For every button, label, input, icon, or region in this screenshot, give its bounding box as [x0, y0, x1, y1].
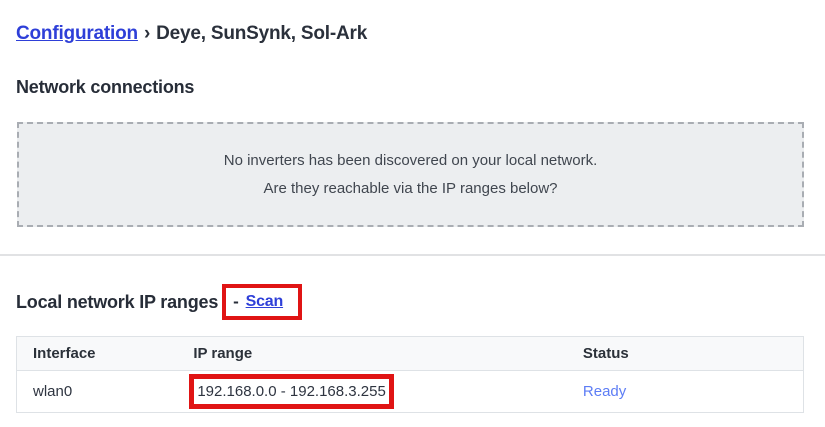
ip-ranges-table: Interface IP range Status wlan0 192.168.… — [16, 336, 804, 413]
cell-status: Ready — [566, 370, 804, 413]
cell-ip-range: 192.168.0.0 - 192.168.3.255 — [177, 370, 567, 413]
table-header-row: Interface IP range Status — [16, 336, 804, 371]
cell-interface: wlan0 — [16, 370, 178, 413]
network-connections-heading: Network connections — [16, 77, 195, 97]
configuration-page: Configuration › Deye, SunSynk, Sol-Ark Net… — [0, 0, 825, 427]
annotation-box-scan: - Scan — [222, 284, 303, 320]
breadcrumb-link-configuration[interactable]: Configuration — [16, 23, 138, 44]
breadcrumb-current-page: Deye, SunSynk, Sol-Ark — [156, 23, 368, 44]
breadcrumb-separator: › — [143, 23, 151, 44]
section-divider — [0, 254, 825, 256]
ip-ranges-heading-row: Local network IP ranges - Scan — [16, 283, 303, 321]
annotation-box-ip-range: 192.168.0.0 - 192.168.3.255 — [189, 374, 394, 409]
notice-line-2: Are they reachable via the IP ranges bel… — [263, 180, 558, 197]
scan-dash-separator: - — [233, 292, 239, 311]
notice-line-1: No inverters has been discovered on your… — [223, 152, 598, 169]
table-row-wlan0: wlan0 192.168.0.0 - 192.168.3.255 Ready — [16, 370, 804, 413]
column-header-status: Status — [566, 336, 804, 371]
status-ready-value: Ready — [582, 383, 627, 400]
column-header-ip-range: IP range — [177, 336, 567, 371]
column-header-interface: Interface — [16, 336, 178, 371]
no-inverters-notice: No inverters has been discovered on your… — [17, 122, 804, 227]
scan-link[interactable]: Scan — [246, 293, 284, 311]
ip-ranges-heading: Local network IP ranges — [16, 291, 219, 312]
breadcrumb: Configuration › Deye, SunSynk, Sol-Ark — [16, 23, 367, 45]
